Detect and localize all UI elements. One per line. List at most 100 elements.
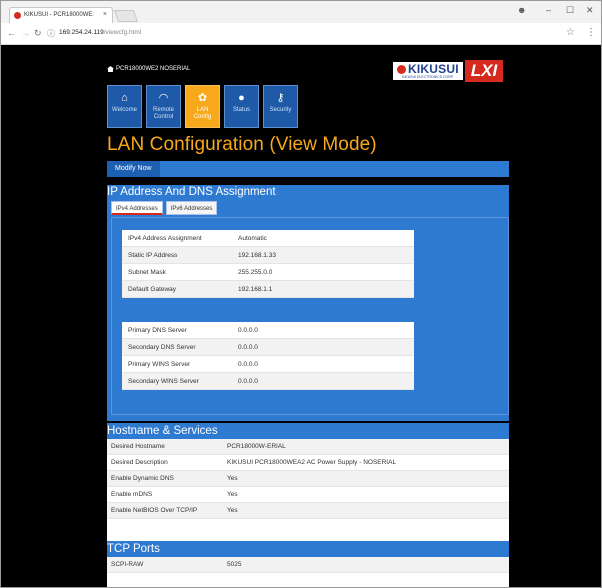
row-value: Yes	[227, 491, 238, 498]
section-title: IP Address And DNS Assignment	[107, 186, 276, 198]
table-row: Secondary WINS Server 0.0.0.0	[122, 373, 414, 390]
section-title: Hostname & Services	[107, 423, 509, 439]
web-page: PCR18000WE2 NOSERIAL KIKUSUI KIKUSUI ELE…	[1, 45, 601, 587]
row-value: PCR18000W-ERIAL	[227, 443, 286, 450]
table-row: Secondary DNS Server 0.0.0.0	[122, 339, 414, 356]
kikusui-favicon-icon	[14, 12, 21, 19]
row-value: 255.255.0.0	[238, 268, 273, 276]
nav-tiles: ⌂ Welcome ◠ Remote Control ✿ LAN Config ● Status ⚷…	[107, 85, 302, 128]
row-label: Enable mDNS	[111, 491, 153, 498]
row-label: Enable NetBIOS Over TCP/IP	[111, 507, 198, 514]
gear-icon: ✿	[197, 92, 208, 104]
row-value: 0.0.0.0	[238, 343, 258, 351]
bookmark-star-icon[interactable]: ☆	[566, 27, 575, 38]
nav-tile-label: Welcome	[112, 107, 137, 113]
page-title: LAN Configuration (View Mode)	[107, 134, 377, 155]
content-column: PCR18000WE2 NOSERIAL KIKUSUI KIKUSUI ELE…	[103, 45, 509, 587]
row-value: Yes	[227, 475, 238, 482]
tab-bar: KIKUSUI - PCR18000WE: × ☻ – ☐ ✕	[1, 1, 601, 23]
browser-window: KIKUSUI - PCR18000WE: × ☻ – ☐ ✕ ← → ↻ ⓘ …	[0, 0, 602, 588]
row-value: Automatic	[238, 234, 267, 242]
ip-dns-section: IP Address And DNS Assignment IPv4 Addre…	[107, 185, 509, 421]
section-title: TCP Ports	[107, 541, 509, 557]
nav-tile-welcome[interactable]: ⌂ Welcome	[107, 85, 142, 128]
url-path: /viewcfg.html	[103, 29, 142, 36]
table-row: Enable mDNS Yes	[107, 487, 509, 503]
tab-ipv6-addresses[interactable]: IPv6 Addresses	[165, 201, 218, 215]
table-row: Primary WINS Server 0.0.0.0	[122, 356, 414, 373]
ip-subtabs: IPv4 Addresses IPv6 Addresses	[111, 201, 220, 215]
table-row: Enable Dynamic DNS Yes	[107, 471, 509, 487]
row-value: 0.0.0.0	[238, 326, 258, 334]
nav-tile-lan[interactable]: ✿ LAN Config	[185, 85, 220, 128]
maximize-button[interactable]: ☐	[566, 5, 574, 16]
row-value: KIKUSUI PCR18000WEA2 AC Power Supply - N…	[227, 459, 397, 466]
hostname-section: Hostname & Services Desired Hostname PCR1…	[107, 423, 509, 547]
kikusui-logo-subtitle: KIKUSUI ELECTRONICS CORP.	[402, 75, 454, 79]
nav-tile-remote[interactable]: ◠ Remote Control	[146, 85, 181, 128]
modify-bar: Modify Now	[107, 161, 509, 177]
kikusui-logo-text: KIKUSUI	[408, 62, 459, 76]
nav-tile-label: Status	[232, 107, 250, 113]
row-value: 192.168.1.1	[238, 285, 273, 293]
kikusui-mark-icon	[397, 65, 406, 74]
tab-ipv4-addresses[interactable]: IPv4 Addresses	[111, 201, 163, 215]
row-label: Default Gateway	[128, 285, 177, 293]
url-field[interactable]: 169.254.24.119/viewcfg.html	[59, 29, 141, 36]
device-name: PCR18000WE2 NOSERIAL	[116, 66, 191, 72]
profile-icon[interactable]: ☻	[517, 5, 526, 15]
row-label: Primary DNS Server	[128, 326, 187, 334]
row-value: 0.0.0.0	[238, 360, 258, 368]
table-row: SCPI-RAW 5025	[107, 557, 509, 573]
row-label: Secondary WINS Server	[128, 377, 199, 385]
ipv4-panel: IPv4 Address Assignment Automatic Static I…	[111, 217, 509, 415]
kikusui-logo: KIKUSUI KIKUSUI ELECTRONICS CORP.	[393, 62, 463, 80]
nav-tile-security[interactable]: ⚷ Security	[263, 85, 298, 128]
remote-gauge-icon: ◠	[158, 92, 169, 104]
close-window-button[interactable]: ✕	[586, 5, 594, 16]
row-label: SCPI-RAW	[111, 561, 144, 568]
address-bar: ← → ↻ ⓘ 169.254.24.119/viewcfg.html ☆ ⋮	[1, 23, 601, 45]
row-label: IPv4 Address Assignment	[128, 234, 202, 242]
hostname-table: Desired Hostname PCR18000W-ERIAL Desired D…	[107, 439, 509, 519]
brand-bar: PCR18000WE2 NOSERIAL KIKUSUI KIKUSUI ELE…	[103, 55, 509, 83]
device-name-link[interactable]: PCR18000WE2 NOSERIAL	[107, 66, 190, 72]
table-row: Enable NetBIOS Over TCP/IP Yes	[107, 503, 509, 519]
forward-arrow-icon[interactable]: →	[21, 28, 30, 38]
table-row: Default Gateway 192.168.1.1	[122, 281, 414, 298]
row-value: 5025	[227, 561, 242, 568]
new-tab-button[interactable]	[113, 10, 139, 22]
browser-tab[interactable]: KIKUSUI - PCR18000WE: ×	[9, 7, 113, 23]
home-icon: ⌂	[121, 92, 128, 104]
table-row: Static IP Address 192.168.1.33	[122, 247, 414, 264]
reload-icon[interactable]: ↻	[34, 28, 42, 39]
row-label: Primary WINS Server	[128, 360, 191, 368]
row-label: Desired Description	[111, 459, 168, 466]
table-row: Desired Hostname PCR18000W-ERIAL	[107, 439, 509, 455]
back-arrow-icon[interactable]: ←	[7, 28, 16, 38]
url-host: 169.254.24.119	[59, 29, 104, 36]
row-label: Static IP Address	[128, 251, 178, 259]
nav-tile-status[interactable]: ● Status	[224, 85, 259, 128]
tab-close-icon[interactable]: ×	[103, 11, 107, 18]
table-row: Primary DNS Server 0.0.0.0	[122, 322, 414, 339]
ipv4-table: IPv4 Address Assignment Automatic Static I…	[122, 230, 414, 298]
modify-now-button[interactable]: Modify Now	[107, 161, 160, 177]
info-icon[interactable]: ⓘ	[47, 28, 55, 39]
tab-title: KIKUSUI - PCR18000WE:	[24, 12, 95, 18]
row-label: Enable Dynamic DNS	[111, 475, 174, 482]
row-value: 0.0.0.0	[238, 377, 258, 385]
logos: KIKUSUI KIKUSUI ELECTRONICS CORP. LXI	[393, 59, 504, 83]
nav-tile-label-line2: Control	[153, 113, 174, 120]
tcp-ports-section: TCP Ports SCPI-RAW 5025	[107, 541, 509, 587]
nav-tile-label-line2: Config	[193, 113, 212, 120]
row-label: Desired Hostname	[111, 443, 165, 450]
menu-dots-icon[interactable]: ⋮	[586, 27, 596, 38]
row-label: Secondary DNS Server	[128, 343, 196, 351]
key-icon: ⚷	[276, 92, 285, 104]
home-icon	[107, 66, 114, 72]
table-row: Desired Description KIKUSUI PCR18000WEA2 …	[107, 455, 509, 471]
row-label: Subnet Mask	[128, 268, 166, 276]
minimize-button[interactable]: –	[546, 5, 551, 15]
lxi-logo: LXI	[464, 60, 504, 82]
